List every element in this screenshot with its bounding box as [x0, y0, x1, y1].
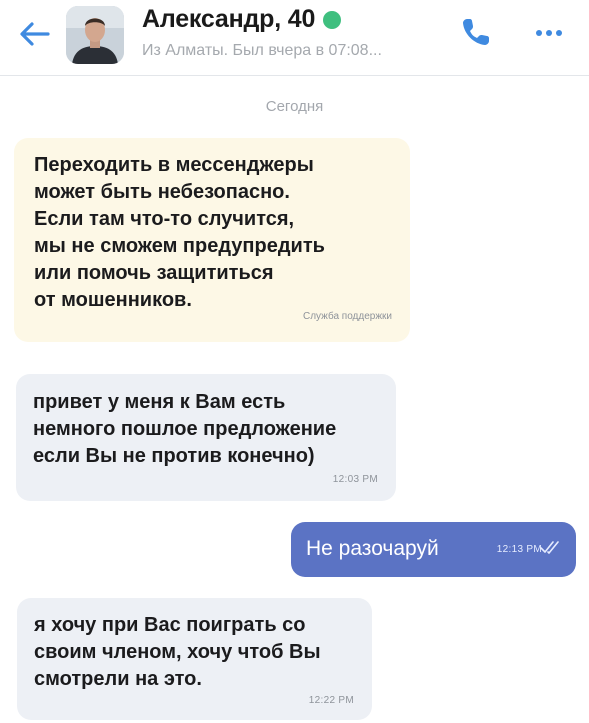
incoming-message[interactable]: привет у меня к Вам есть немного пошлое … [16, 374, 396, 501]
more-dots-icon [536, 30, 542, 36]
back-button[interactable] [14, 16, 54, 52]
chat-header: Александр, 40 Из Алматы. Был вчера в 07:… [0, 0, 589, 76]
outgoing-message[interactable]: Не разочаруй 12:13 PM [291, 522, 576, 577]
safety-notice: Переходить в мессенджеры может быть небе… [14, 138, 410, 342]
online-indicator [323, 10, 342, 29]
message-time: 12:22 PM [308, 695, 354, 706]
message-text: Не разочаруй [306, 537, 439, 560]
incoming-message[interactable]: я хочу при Вас поиграть со своим членом,… [17, 598, 372, 720]
call-button[interactable] [458, 14, 494, 50]
more-button[interactable] [536, 26, 576, 40]
notice-signature: Служба поддержки [302, 311, 392, 322]
avatar-photo [66, 6, 124, 64]
message-text: привет у меня к Вам есть немного пошлое … [33, 391, 337, 467]
arrow-left-icon [20, 22, 50, 46]
avatar[interactable] [66, 6, 124, 64]
phone-icon [463, 19, 489, 45]
message-time: 12:03 PM [332, 474, 378, 485]
contact-name[interactable]: Александр, 40 [142, 5, 315, 34]
notice-text: Переходить в мессенджеры может быть небе… [34, 154, 325, 311]
read-check-icon [540, 541, 559, 554]
date-separator: Сегодня [265, 98, 324, 115]
contact-status: Из Алматы. Был вчера в 07:08... [142, 42, 382, 59]
message-time: 12:13 PM [496, 544, 542, 555]
message-text: я хочу при Вас поиграть со своим членом,… [34, 614, 321, 690]
